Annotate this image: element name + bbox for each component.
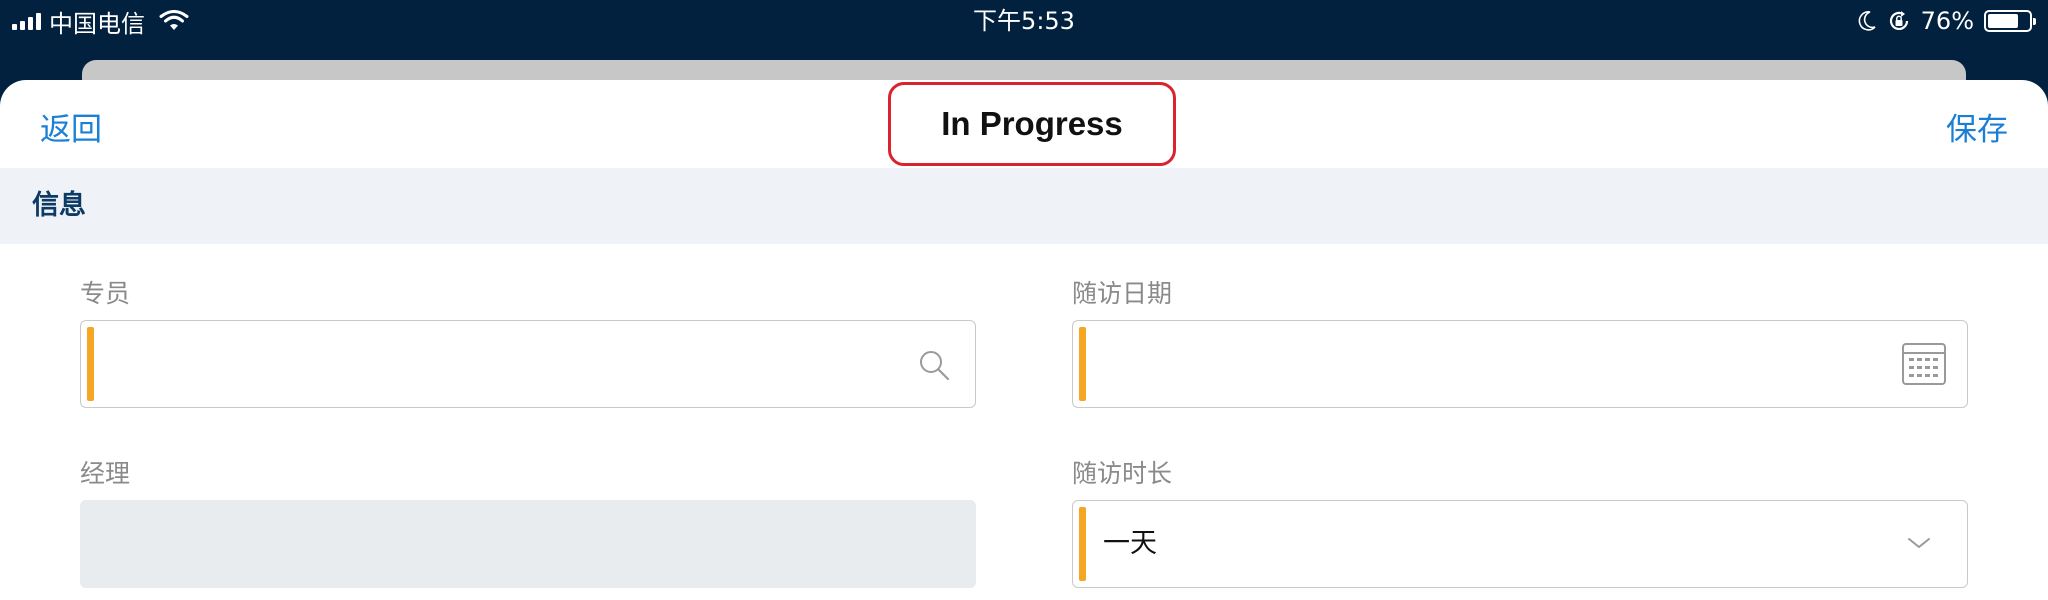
rotation-lock-icon (1889, 11, 1908, 30)
visit-date-label: 随访日期 (1072, 279, 1173, 308)
chevron-down-icon[interactable] (1907, 535, 1931, 551)
section-header-info: 信息 (0, 168, 2048, 244)
visit-duration-value: 一天 (1103, 528, 1157, 559)
save-button[interactable]: 保存 (1946, 104, 2008, 149)
navigation-bar: 返回 In Progress 保存 (0, 80, 2048, 168)
status-right: 76% (1857, 4, 2036, 38)
required-marker (87, 327, 94, 401)
back-button[interactable]: 返回 (40, 104, 102, 149)
battery-icon (1984, 10, 2036, 32)
battery-fill (1988, 14, 2019, 28)
status-time: 下午5:53 (973, 7, 1075, 35)
title-highlight: In Progress (888, 82, 1176, 166)
manager-label: 经理 (80, 459, 131, 488)
specialist-label: 专员 (80, 279, 131, 308)
required-marker (1079, 327, 1086, 401)
moon-icon (1858, 11, 1876, 31)
page-title: In Progress (941, 105, 1123, 142)
modal-sheet: 返回 In Progress 保存 信息 专员 随访日期 经理 随访时长 一天 (0, 80, 2048, 600)
manager-field (80, 500, 976, 588)
calendar-icon[interactable] (1901, 341, 1947, 387)
visit-duration-select[interactable]: 一天 (1072, 500, 1968, 588)
required-marker (1079, 507, 1086, 581)
search-icon[interactable] (917, 348, 951, 382)
visit-date-field[interactable] (1072, 320, 1968, 408)
specialist-lookup-field[interactable] (80, 320, 976, 408)
battery-percent: 76% (1920, 7, 1974, 35)
status-bar: 中国电信 下午5:53 76% (0, 0, 2048, 44)
visit-duration-label: 随访时长 (1072, 459, 1173, 488)
